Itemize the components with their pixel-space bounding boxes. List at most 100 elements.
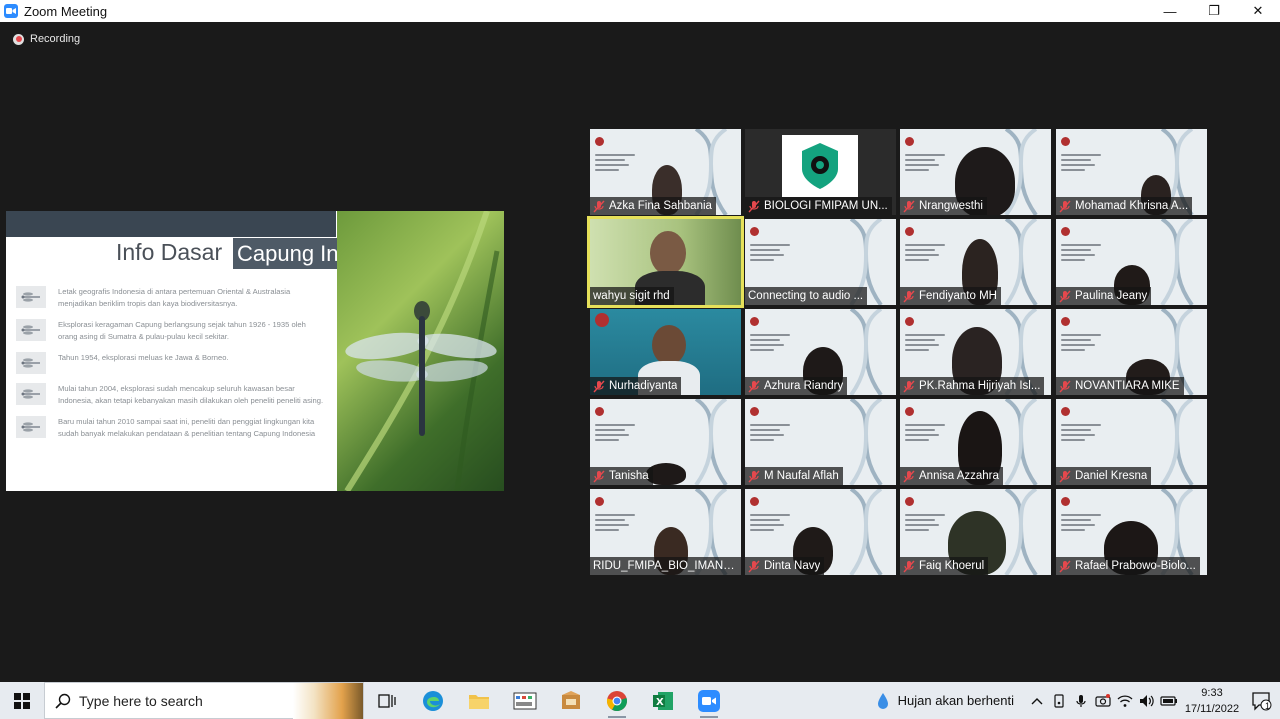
mail-app-button[interactable]: [548, 682, 594, 719]
participant-name-bar: Daniel Kresna: [1056, 467, 1152, 485]
participant-tile[interactable]: Paulina Jeany: [1056, 219, 1207, 305]
start-button[interactable]: [0, 682, 44, 719]
participant-name-bar: NOVANTIARA MIKE: [1056, 377, 1184, 395]
taskbar-clock[interactable]: 9:33 17/11/2022: [1180, 685, 1244, 717]
participant-name: Azhura Riandry: [764, 380, 844, 392]
mic-muted-icon: [748, 200, 760, 212]
chrome-browser-button[interactable]: [594, 682, 640, 719]
excel-button[interactable]: X: [640, 682, 686, 719]
mic-muted-icon: [1059, 380, 1071, 392]
weather-text: Hujan akan berhenti: [897, 693, 1014, 708]
dragonfly-icon: [16, 383, 46, 405]
participant-tile[interactable]: Nrangwesthi: [900, 129, 1051, 215]
participant-name-bar: Nurhadiyanta: [590, 377, 682, 395]
dragonfly-icon: [16, 352, 46, 374]
participant-name: Connecting to audio ...: [748, 290, 864, 302]
mic-muted-icon: [903, 290, 915, 302]
slide-bullet-text: Tahun 1954, eksplorasi meluas ke Jawa & …: [58, 353, 229, 362]
participant-name-bar: RIDU_FMIPA_BIO_IMANU...: [590, 557, 741, 575]
participant-tile-active-speaker[interactable]: wahyu sigit rhd: [587, 216, 744, 308]
participant-name-bar: Azka Fina Sahbania: [590, 197, 716, 215]
mic-muted-icon: [748, 470, 760, 482]
mic-muted-icon: [593, 380, 605, 392]
excel-icon: X: [653, 691, 673, 710]
participant-tile[interactable]: Azka Fina Sahbania: [590, 129, 741, 215]
biology-logo: [782, 135, 858, 197]
minimize-button[interactable]: —: [1148, 0, 1192, 22]
participant-tile[interactable]: M Naufal Aflah: [745, 399, 896, 485]
app-grid-icon: [513, 692, 537, 709]
tray-volume-button[interactable]: [1136, 682, 1158, 719]
tray-device-button[interactable]: [1048, 682, 1070, 719]
usb-device-icon: [1054, 693, 1064, 708]
mic-muted-icon: [748, 560, 760, 572]
participant-tile[interactable]: Mohamad Khrisna A...: [1056, 129, 1207, 215]
participant-tile[interactable]: Faiq Khoerul: [900, 489, 1051, 575]
participant-name-bar: Dinta Navy: [745, 557, 825, 575]
mic-muted-icon: [748, 380, 760, 392]
tray-microphone-button[interactable]: [1070, 682, 1092, 719]
search-icon: [55, 693, 71, 709]
participant-tile[interactable]: Tanisha: [590, 399, 741, 485]
recording-icon: [13, 33, 24, 45]
notification-center-button[interactable]: 1: [1244, 682, 1280, 719]
mic-muted-icon: [1059, 470, 1071, 482]
tray-wifi-button[interactable]: [1114, 682, 1136, 719]
svg-text:X: X: [656, 697, 664, 708]
slide-bullet-list: Letak geografis Indonesia di antara pert…: [16, 286, 336, 449]
calculator-app-button[interactable]: [502, 682, 548, 719]
show-hidden-icons-button[interactable]: [1026, 682, 1048, 719]
file-explorer-button[interactable]: [456, 682, 502, 719]
zoom-app-icon: [4, 4, 18, 18]
participant-tile[interactable]: Dinta Navy: [745, 489, 896, 575]
mic-muted-icon: [593, 470, 605, 482]
camera-off-icon: [1095, 693, 1111, 707]
participant-tile[interactable]: BIOLOGI FMIPAM UN...: [745, 129, 896, 215]
dragonfly-photo: [337, 211, 504, 491]
task-view-button[interactable]: [364, 682, 410, 719]
dragonfly-icon: [16, 416, 46, 438]
recording-indicator[interactable]: Recording: [13, 33, 80, 45]
participant-name: Tanisha: [609, 470, 649, 482]
tray-battery-button[interactable]: [1158, 682, 1180, 719]
weather-widget[interactable]: Hujan akan berhenti: [876, 691, 1014, 711]
edge-browser-button[interactable]: [410, 682, 456, 719]
mic-muted-icon: [1059, 290, 1071, 302]
zoom-taskbar-button[interactable]: [686, 682, 732, 719]
restore-button[interactable]: ❐: [1192, 0, 1236, 22]
participant-tile[interactable]: Nurhadiyanta: [590, 309, 741, 395]
participant-name-bar: Nrangwesthi: [900, 197, 987, 215]
participant-tile[interactable]: RIDU_FMIPA_BIO_IMANU...: [590, 489, 741, 575]
participant-name-bar: Connecting to audio ...: [745, 287, 868, 305]
meeting-area: Recording Info Dasar Capung Indonesia Le…: [0, 22, 1280, 682]
participant-name-bar: Fendiyanto MH: [900, 287, 1001, 305]
participant-tile[interactable]: Connecting to audio ...: [745, 219, 896, 305]
participant-name: PK.Rahma Hijriyah Isl...: [919, 380, 1041, 392]
participant-name: Mohamad Khrisna A...: [1075, 200, 1189, 212]
participant-name: Fendiyanto MH: [919, 290, 997, 302]
clock-date: 17/11/2022: [1184, 702, 1240, 715]
package-icon: [562, 690, 580, 709]
participant-name: Nurhadiyanta: [609, 380, 678, 392]
close-button[interactable]: ✕: [1236, 0, 1280, 22]
participant-tile[interactable]: Annisa Azzahra: [900, 399, 1051, 485]
slide-bullet: Letak geografis Indonesia di antara pert…: [16, 286, 336, 310]
window-title: Zoom Meeting: [24, 3, 108, 19]
tray-camera-button[interactable]: [1092, 682, 1114, 719]
participant-tile[interactable]: Rafael Prabowo-Biolo...: [1056, 489, 1207, 575]
dragonfly-icon: [16, 286, 46, 308]
slide-bullet: Mulai tahun 2004, eksplorasi sudah menca…: [16, 383, 336, 407]
participant-tile[interactable]: Azhura Riandry: [745, 309, 896, 395]
participant-name-bar: Azhura Riandry: [745, 377, 848, 395]
participant-tile[interactable]: PK.Rahma Hijriyah Isl...: [900, 309, 1051, 395]
mic-muted-icon: [903, 470, 915, 482]
windows-taskbar: Type here to search X Hujan akan berhent…: [0, 682, 1280, 719]
participant-name-bar: M Naufal Aflah: [745, 467, 843, 485]
participant-tile[interactable]: NOVANTIARA MIKE: [1056, 309, 1207, 395]
participant-tile[interactable]: Fendiyanto MH: [900, 219, 1051, 305]
participant-name: Dinta Navy: [764, 560, 821, 572]
taskbar-search-box[interactable]: Type here to search: [44, 682, 364, 719]
participant-name: Daniel Kresna: [1075, 470, 1148, 482]
slide-bullet-text: Letak geografis Indonesia di antara pert…: [58, 287, 291, 308]
participant-tile[interactable]: Daniel Kresna: [1056, 399, 1207, 485]
